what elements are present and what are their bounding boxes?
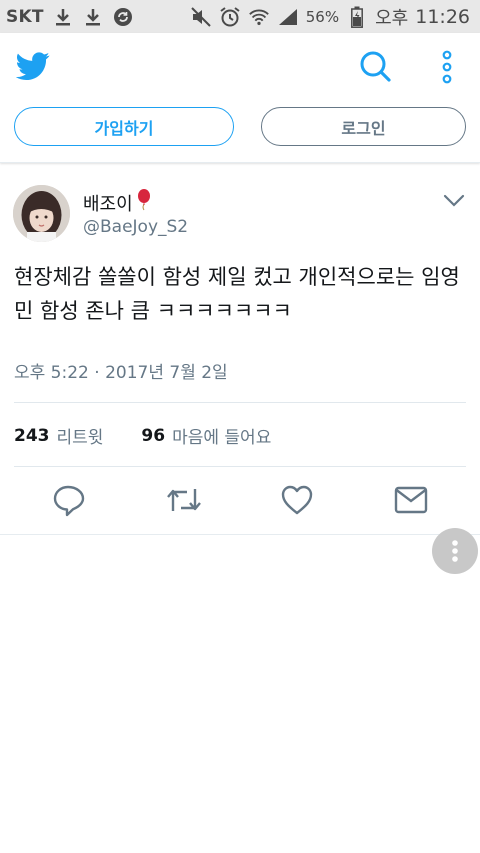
divider (14, 402, 466, 403)
battery-icon (346, 6, 368, 28)
chevron-down-icon[interactable] (443, 193, 465, 207)
divider (14, 466, 466, 467)
twitter-bird-icon[interactable] (15, 49, 50, 83)
sync-icon (112, 6, 134, 28)
download-icon (82, 6, 104, 28)
user-handle[interactable]: @BaeJoy_S2 (83, 217, 188, 237)
reply-icon[interactable] (52, 483, 86, 517)
login-button[interactable]: 로그인 (261, 107, 466, 146)
like-icon[interactable] (280, 483, 314, 517)
clock-ampm: 오후 (375, 7, 409, 29)
tweet-stats: 243 리트윗 96 마음에 들어요 (14, 423, 271, 449)
auth-buttons: 가입하기 로그인 (14, 107, 466, 147)
battery-percent: 56% (305, 7, 340, 26)
status-bar: SKT 56% 오후 11:26 (0, 0, 480, 33)
retweet-count[interactable]: 243 (14, 426, 50, 446)
display-name-text: 배조이 (83, 193, 133, 215)
tweet-text: 현장체감 쏠쏠이 함성 제일 컸고 개인적으로는 임영민 함성 존나 큼 ㅋㅋㅋ… (14, 265, 460, 323)
like-count[interactable]: 96 (141, 426, 165, 446)
wifi-icon (248, 6, 270, 28)
app-header: 가입하기 로그인 (0, 33, 480, 163)
mute-icon (190, 6, 212, 28)
display-name[interactable]: 배조이 (83, 189, 151, 216)
retweet-icon[interactable] (165, 483, 201, 517)
more-actions-button[interactable] (432, 528, 478, 574)
tweet-actions (0, 483, 480, 523)
alarm-icon (219, 6, 241, 28)
search-icon[interactable] (358, 49, 392, 83)
signal-icon (277, 6, 299, 28)
like-label[interactable]: 마음에 들어요 (172, 423, 271, 448)
clock-time: 11:26 (415, 5, 470, 28)
download-icon (52, 6, 74, 28)
carrier-label: SKT (6, 6, 44, 27)
more-vertical-icon (452, 540, 458, 562)
avatar[interactable] (13, 185, 70, 242)
retweet-label[interactable]: 리트윗 (57, 423, 104, 448)
dm-icon[interactable] (394, 483, 428, 517)
balloon-icon (137, 189, 151, 216)
more-options-icon[interactable] (438, 49, 456, 85)
tweet-timestamp[interactable]: 오후 5:22 · 2017년 7월 2일 (14, 358, 228, 383)
tweet-card: 배조이 @BaeJoy_S2 현장체감 쏠쏠이 함성 제일 컸고 개인적으로는 … (0, 165, 480, 535)
signup-button[interactable]: 가입하기 (14, 107, 234, 146)
